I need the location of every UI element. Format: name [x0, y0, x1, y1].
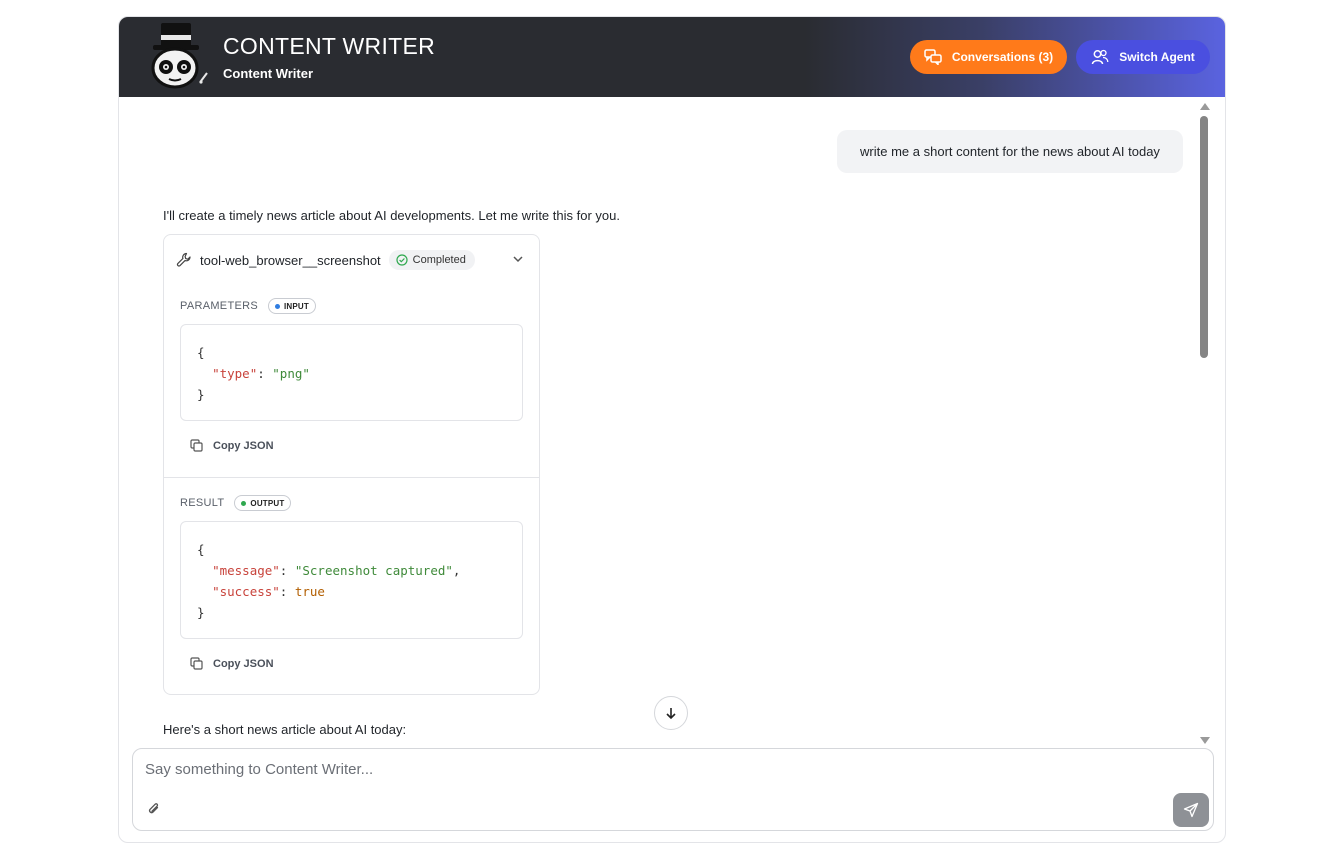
json-line: "success": true: [212, 584, 325, 599]
json-line: {: [197, 345, 205, 360]
parameters-label: PARAMETERS: [180, 300, 258, 312]
json-line: }: [197, 605, 205, 620]
arrow-down-icon: [666, 708, 676, 720]
result-label: RESULT: [180, 497, 225, 509]
scroll-thumb[interactable]: [1200, 116, 1208, 358]
copy-json-button[interactable]: Copy JSON: [190, 657, 274, 670]
assistant-message: I'll create a timely news article about …: [163, 208, 620, 223]
scroll-to-bottom-button[interactable]: [654, 696, 688, 730]
message-input[interactable]: [145, 761, 1045, 778]
copy-json-button[interactable]: Copy JSON: [190, 439, 274, 452]
input-pill-text: INPUT: [283, 301, 309, 311]
send-button[interactable]: [1173, 793, 1209, 827]
agent-subtitle: Content Writer: [223, 66, 314, 81]
section-divider: [164, 477, 539, 478]
check-circle-icon: [396, 254, 408, 266]
copy-icon: [190, 439, 203, 452]
status-badge: Completed: [388, 250, 475, 270]
output-dot-icon: [241, 500, 247, 506]
message-composer: [132, 748, 1214, 831]
json-line: }: [197, 387, 205, 402]
scroll-up-arrow-icon[interactable]: [1200, 103, 1210, 110]
users-icon: [1091, 49, 1109, 65]
parameters-json-block: { "type": "png" }: [180, 324, 523, 421]
send-icon: [1183, 802, 1199, 818]
paperclip-icon[interactable]: [146, 801, 162, 817]
input-pill: INPUT: [267, 298, 316, 314]
chevron-down-icon[interactable]: [511, 252, 525, 266]
input-dot-icon: [274, 303, 280, 309]
wrench-icon: [176, 252, 191, 267]
copy-json-label: Copy JSON: [213, 439, 274, 452]
copy-icon: [190, 657, 203, 670]
tool-call-header[interactable]: tool-web_browser__screenshot Completed: [176, 249, 527, 271]
result-json-block: { "message": "Screenshot captured", "suc…: [180, 521, 523, 639]
chat-bubbles-icon: [924, 49, 942, 65]
switch-agent-button[interactable]: Switch Agent: [1076, 40, 1210, 74]
switch-agent-label: Switch Agent: [1119, 50, 1195, 64]
agent-title: CONTENT WRITER: [223, 33, 436, 59]
chat-scrollbar[interactable]: [1197, 101, 1211, 746]
output-pill: OUTPUT: [234, 495, 292, 511]
status-text: Completed: [412, 254, 466, 266]
user-message-text: write me a short content for the news ab…: [860, 144, 1160, 159]
json-line: {: [197, 542, 205, 557]
agent-logo-icon: [151, 23, 208, 89]
result-section-label: RESULT OUTPUT: [180, 495, 292, 511]
user-message: write me a short content for the news ab…: [837, 130, 1183, 173]
header: CONTENT WRITER Content Writer Conversati…: [119, 17, 1225, 97]
app-window: CONTENT WRITER Content Writer Conversati…: [118, 16, 1226, 843]
scroll-down-arrow-icon[interactable]: [1200, 737, 1210, 744]
tool-name: tool-web_browser__screenshot: [200, 252, 381, 268]
conversations-label: Conversations (3): [951, 50, 1054, 64]
output-pill-text: OUTPUT: [250, 498, 285, 508]
conversations-button[interactable]: Conversations (3): [910, 40, 1067, 74]
json-line: "message": "Screenshot captured",: [212, 563, 461, 578]
tool-call-card: tool-web_browser__screenshot Completed P…: [163, 234, 540, 695]
assistant-message: Here's a short news article about AI tod…: [163, 722, 407, 737]
copy-json-label: Copy JSON: [213, 657, 274, 670]
json-line: "type": "png": [212, 366, 310, 381]
parameters-section-label: PARAMETERS INPUT: [180, 298, 316, 314]
